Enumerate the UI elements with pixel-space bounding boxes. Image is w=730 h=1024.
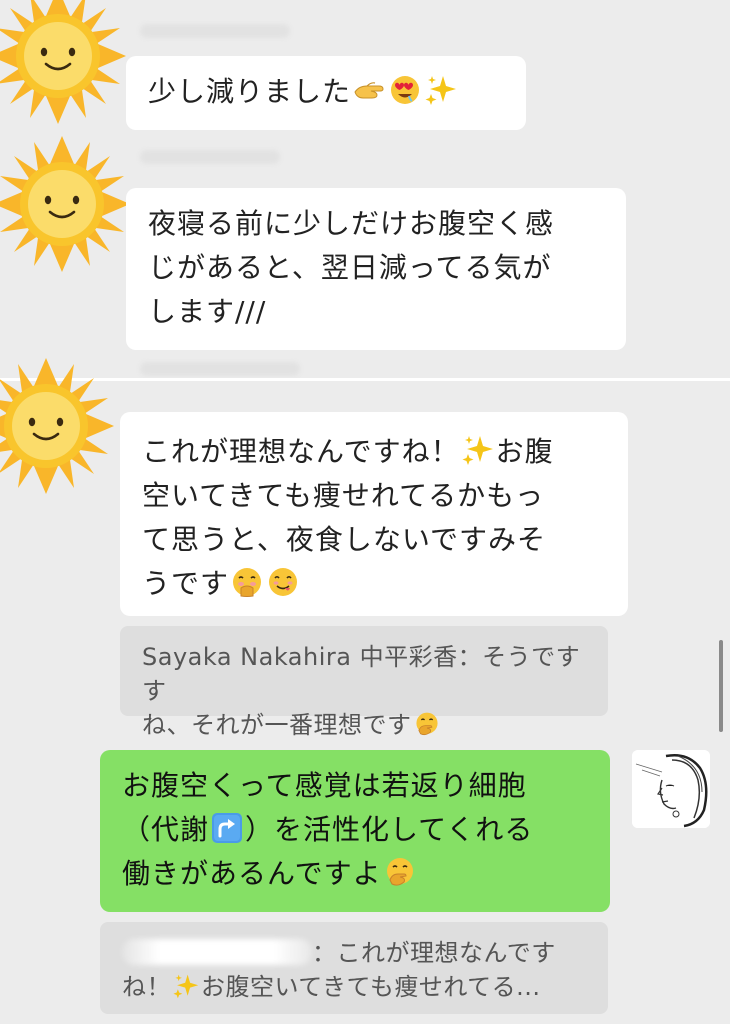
thinking-hand-emoji bbox=[414, 711, 440, 737]
message-text: うです bbox=[142, 567, 230, 600]
yum-face-emoji bbox=[267, 566, 299, 598]
sender-name-placeholder bbox=[140, 150, 280, 164]
message-line: て思うと、夜食しないですみそ bbox=[142, 523, 547, 556]
message-bubble[interactable]: これが理想なんですね！ お腹 空いてきても痩せれてるかもっ て思うと、夜食しないで… bbox=[120, 412, 628, 616]
message-text: お腹 bbox=[495, 435, 554, 468]
heart-eyes-emoji bbox=[389, 74, 421, 106]
quote-line: Sayaka Nakahira 中平彩香：そうですす bbox=[142, 643, 581, 705]
message-line: します/// bbox=[148, 295, 267, 328]
up-arrow-emoji bbox=[211, 812, 243, 844]
message-line: 夜寝る前に少しだけお腹空く感 bbox=[148, 207, 555, 240]
quote-line: ね！ お腹空いてきても痩せれてる... bbox=[122, 970, 586, 1004]
pinching-hand-emoji bbox=[353, 74, 385, 106]
message-bubble[interactable]: 少し減りました bbox=[126, 56, 526, 130]
message-line: お腹空くって感覚は若返り細胞 bbox=[122, 769, 527, 802]
scrollbar[interactable] bbox=[719, 640, 723, 732]
message-line: 空いてきても痩せれてるかもっ bbox=[142, 479, 545, 512]
message-line: （代謝 ）を活性化してくれる bbox=[122, 808, 588, 852]
reply-quote[interactable]: ：これが理想なんです ね！ お腹空いてきても痩せれてる... bbox=[100, 922, 608, 1014]
message-line: これが理想なんですね！ お腹 bbox=[142, 430, 606, 474]
message-text: 働きがあるんですよ bbox=[122, 857, 382, 890]
message-text: 少し減りました bbox=[148, 75, 352, 108]
quote-text: お腹空いてきても痩せれてる... bbox=[201, 973, 541, 1001]
message-line: うです bbox=[142, 562, 606, 606]
reply-quote[interactable]: Sayaka Nakahira 中平彩香：そうですす ね、それが一番理想です bbox=[120, 626, 608, 739]
quote-text: ね、それが一番理想です bbox=[142, 711, 412, 739]
message-line: 働きがあるんですよ bbox=[122, 852, 588, 896]
message-text: （代謝 bbox=[122, 813, 210, 846]
message-bubble[interactable]: 夜寝る前に少しだけお腹空く感 じがあると、翌日減ってる気が します/// bbox=[126, 188, 626, 350]
quote-text: ：これが理想なんです bbox=[312, 939, 556, 967]
shushing-face-emoji bbox=[231, 566, 263, 598]
quote-text: ね！ bbox=[122, 973, 171, 1001]
sender-name-placeholder bbox=[140, 24, 290, 38]
quote-line: ね、それが一番理想です bbox=[142, 708, 586, 742]
message-text: ）を活性化してくれる bbox=[245, 813, 534, 846]
sketch-portrait-avatar-icon[interactable] bbox=[632, 750, 710, 828]
sparkles-emoji bbox=[173, 973, 199, 999]
redacted-sender-name bbox=[122, 939, 312, 965]
chat-window: 少し減りました 夜寝る前に少しだけお腹空く感 じがあると、翌日減ってる気が しま… bbox=[0, 0, 730, 1024]
message-bubble-outgoing[interactable]: お腹空くって感覚は若返り細胞 （代謝 ）を活性化してくれる 働きがあるんですよ bbox=[100, 750, 610, 912]
sun-smiley-avatar-icon[interactable] bbox=[0, 356, 116, 496]
sparkles-emoji bbox=[462, 434, 494, 466]
sun-smiley-avatar-icon[interactable] bbox=[0, 134, 132, 274]
message-text: これが理想なんですね！ bbox=[142, 435, 460, 468]
thinking-hand-emoji bbox=[384, 856, 416, 888]
message-line: じがあると、翌日減ってる気が bbox=[148, 251, 552, 284]
sparkles-emoji bbox=[425, 74, 457, 106]
quote-line: ：これが理想なんです bbox=[122, 936, 586, 970]
sun-smiley-avatar-icon[interactable] bbox=[0, 0, 128, 126]
sender-name-placeholder bbox=[140, 362, 300, 376]
